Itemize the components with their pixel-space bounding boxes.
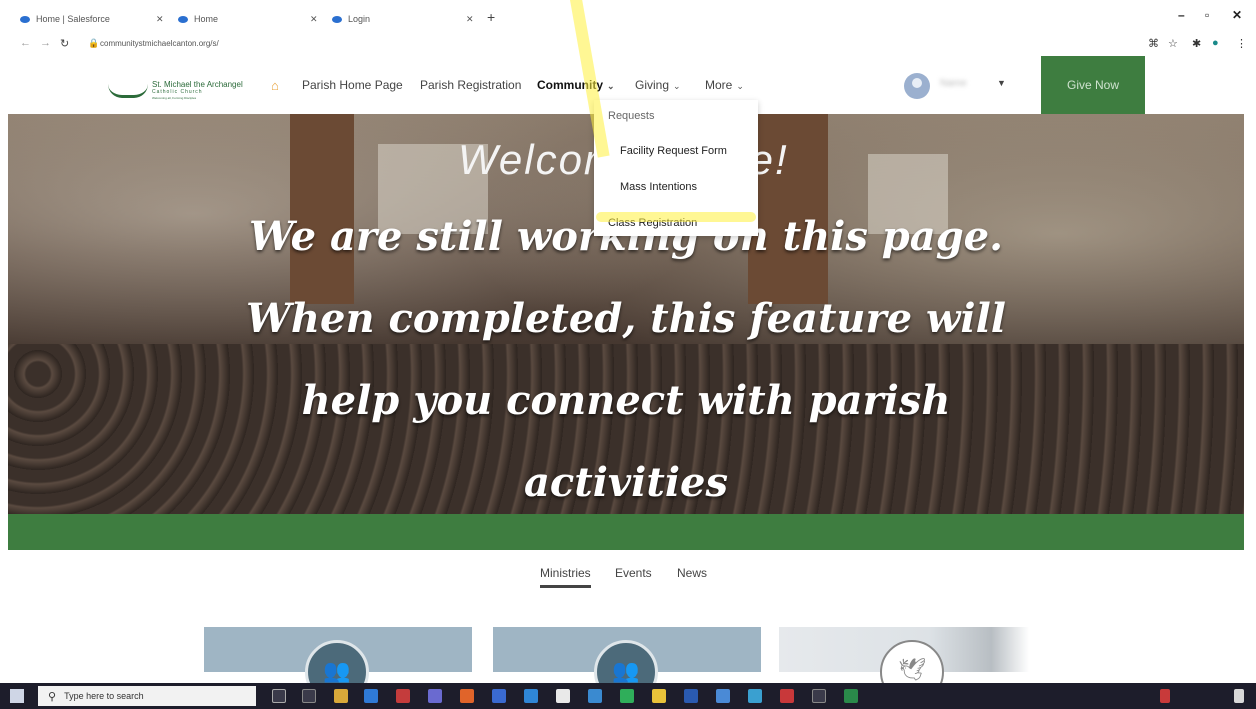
tab-title: Home [194,14,219,24]
nav-community-label: Community [537,78,603,92]
taskbar-search-input[interactable]: ⚲ Type here to search [38,686,256,706]
browser-tab-bar: Home | Salesforce ✕ Home ✕ Login ✕ + – ▫… [0,0,1256,34]
browser-tab-home[interactable]: Home [178,10,218,28]
parish-logo[interactable]: St. Michael the Archangel Catholic Churc… [108,78,248,104]
nav-parish-home-page[interactable]: Parish Home Page [302,78,403,92]
windows-start-icon[interactable] [10,689,24,703]
logo-name: St. Michael the Archangel [152,80,243,89]
app-icon[interactable] [556,689,570,703]
back-icon[interactable]: ← [20,37,31,49]
hero-green-band [8,514,1244,550]
browser-tab-salesforce[interactable]: Home | Salesforce [20,10,110,28]
windows-taskbar: ⚲ Type here to search [0,683,1256,709]
nav-giving-label: Giving [635,78,670,92]
outlook-icon[interactable] [684,689,698,703]
file-explorer-icon[interactable] [334,689,348,703]
profile-icon[interactable]: ● [1212,37,1219,49]
chevron-down-icon: ⌄ [607,81,615,91]
notification-badge-icon[interactable] [1160,689,1170,703]
menu-item-class-registration[interactable]: Class Registration [608,217,697,229]
dropdown-heading: Requests [608,110,655,122]
salesforce-favicon-icon [20,15,30,23]
nav-more[interactable]: More ⌄ [705,78,744,92]
logo-tagline: Welcoming all, Forming Disciples [152,96,197,100]
nav-parish-registration[interactable]: Parish Registration [420,78,521,92]
task-view-icon[interactable] [302,689,316,703]
new-tab-icon[interactable]: + [487,9,495,25]
app-icon[interactable] [620,689,634,703]
hero-line: activities [523,459,729,506]
menu-item-mass-intentions[interactable]: Mass Intentions [620,181,697,193]
hero-line: When completed, this feature will [246,295,1006,342]
browser-tab-login[interactable]: Login [332,10,370,28]
chrome-icon[interactable] [652,689,666,703]
search-icon: ⚲ [48,690,57,703]
extension-icon[interactable]: ⌘ [1148,37,1159,50]
logo-subtitle: Catholic Church [152,89,203,95]
app-icon[interactable] [748,689,762,703]
search-placeholder: Type here to search [64,691,144,701]
nav-giving[interactable]: Giving ⌄ [635,78,681,92]
app-icon[interactable] [716,689,730,703]
chevron-down-icon: ⌄ [673,81,681,91]
app-icon[interactable] [492,689,506,703]
reload-icon[interactable]: ↻ [60,37,69,50]
chevron-down-icon: ⌄ [736,81,744,91]
url-field[interactable]: communitystmichaelcanton.org/s/ [100,39,219,48]
salesforce-favicon-icon [178,15,188,23]
app-icon[interactable] [396,689,410,703]
app-icon[interactable] [780,689,794,703]
close-window-icon[interactable]: ✕ [1232,8,1242,22]
logo-mark-icon [108,84,148,98]
app-icon[interactable] [428,689,442,703]
hero-line: help you connect with parish [301,377,951,424]
tab-title: Home | Salesforce [36,14,110,24]
close-tab-icon[interactable]: ✕ [156,10,164,28]
firefox-icon[interactable] [460,689,474,703]
app-icon[interactable] [812,689,826,703]
home-icon[interactable]: ⌂ [271,78,279,93]
close-tab-icon[interactable]: ✕ [310,10,318,28]
give-now-button[interactable]: Give Now [1041,56,1145,114]
browser-menu-icon[interactable]: ⋮ [1236,37,1247,50]
cortana-icon[interactable] [272,689,286,703]
forward-icon[interactable]: → [40,37,51,49]
edge-icon[interactable] [364,689,378,703]
nav-community[interactable]: Community ⌄ [537,78,615,92]
maximize-icon[interactable]: ▫ [1205,8,1209,22]
address-bar: ← → ↻ 🔒 communitystmichaelcanton.org/s/ … [0,34,1256,56]
excel-icon[interactable] [844,689,858,703]
salesforce-favicon-icon [332,15,342,23]
close-tab-icon[interactable]: ✕ [466,10,474,28]
user-avatar[interactable] [904,73,930,99]
hero-message: We are still working on this page. When … [8,196,1244,514]
tab-news[interactable]: News [677,566,707,580]
user-name[interactable]: Name [940,78,967,89]
extensions-puzzle-icon[interactable]: ✱ [1192,37,1201,50]
app-icon[interactable] [588,689,602,703]
nav-more-label: More [705,78,733,92]
user-menu-caret-icon[interactable]: ▼ [997,78,1006,88]
bookmark-star-icon[interactable]: ☆ [1168,37,1178,50]
minimize-icon[interactable]: – [1178,8,1185,22]
tab-title: Login [348,14,371,24]
lock-icon: 🔒 [88,38,100,48]
tab-events[interactable]: Events [615,566,652,580]
app-icon[interactable] [524,689,538,703]
menu-item-facility-request-form[interactable]: Facility Request Form [620,145,727,157]
community-dropdown-menu: Requests Facility Request Form Mass Inte… [594,100,758,236]
tab-ministries[interactable]: Ministries [540,566,591,588]
action-center-icon[interactable] [1234,689,1244,703]
content-tabs: Ministries Events News [0,566,1256,596]
